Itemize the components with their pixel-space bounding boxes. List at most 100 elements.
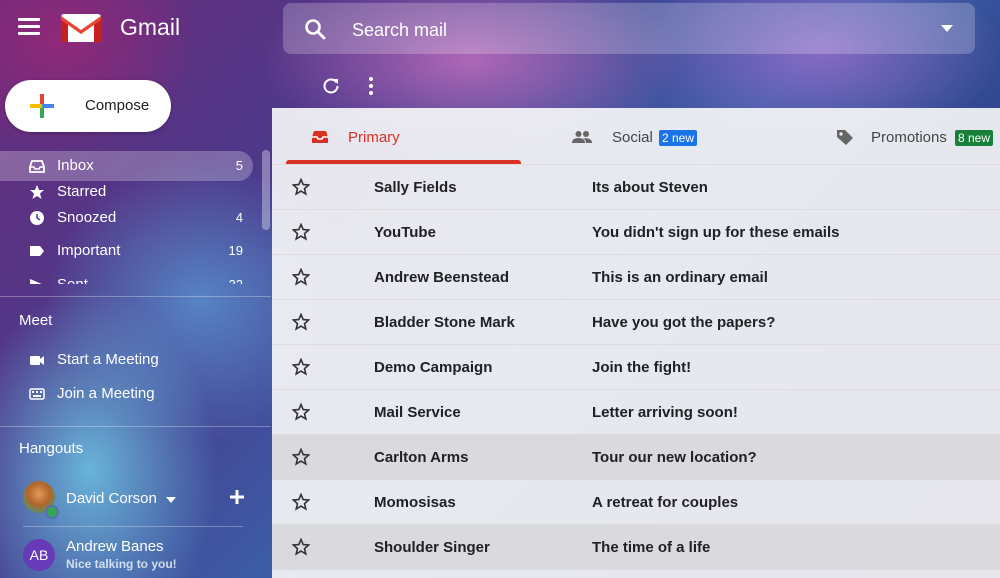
email-row[interactable]: Andrew Beenstead This is an ordinary ema… [272,255,1000,300]
email-row[interactable]: Sally Fields Its about Steven [272,165,1000,210]
tab-promotions[interactable]: Promotions 8 new [827,108,1000,164]
star-toggle-icon[interactable] [292,358,310,376]
email-row[interactable]: Carlton Arms Tour our new location? [272,435,1000,480]
email-list: Sally Fields Its about Steven YouTube Yo… [272,165,1000,570]
snoozed-count: 4 [235,210,243,225]
hangouts-user[interactable]: David Corson [23,481,253,519]
email-subject: Letter arriving soon! [592,404,738,421]
email-subject: A retreat for couples [592,494,739,511]
more-options-icon[interactable] [368,77,374,95]
email-sender: Carlton Arms [374,449,469,466]
contact-avatar: AB [23,539,55,571]
new-count-badge: 2 new [659,130,698,146]
contact-name: Andrew Banes [66,538,164,555]
start-meeting-label: Start a Meeting [57,351,159,368]
tab-label: Promotions [871,129,947,146]
email-subject: This is an ordinary email [592,269,768,286]
category-tabs: Primary Social 2 new Promotions 8 new [272,108,1000,165]
email-sender: Momosisas [374,494,456,511]
meet-section-title: Meet [19,312,53,329]
compose-label: Compose [85,97,150,114]
star-icon [30,185,44,199]
star-toggle-icon[interactable] [292,268,310,286]
sidebar-item-label: Snoozed [57,209,117,226]
sidebar-item-snoozed[interactable]: Snoozed 4 [0,203,253,233]
new-count-badge: 8 new [955,130,994,146]
status-dropdown-icon[interactable] [166,497,176,503]
divider [0,296,271,297]
sidebar-item-label: Starred [57,183,107,200]
email-sender: Bladder Stone Mark [374,314,515,331]
star-toggle-icon[interactable] [292,493,310,511]
tab-label: Primary [348,129,400,146]
star-toggle-icon[interactable] [292,538,310,556]
star-toggle-icon[interactable] [292,313,310,331]
hangouts-user-name: David Corson [66,490,157,507]
gmail-logo-icon [61,14,101,42]
email-row[interactable]: Mail Service Letter arriving soon! [272,390,1000,435]
sidebar-item-sent[interactable]: Sent 22 [0,270,253,284]
email-row[interactable]: Demo Campaign Join the fight! [272,345,1000,390]
app-title: Gmail [120,14,181,40]
email-subject: Its about Steven [592,179,708,196]
join-meeting-label: Join a Meeting [57,385,155,402]
send-icon [30,279,42,284]
add-conversation-icon[interactable] [229,489,245,505]
sent-count: 22 [229,277,243,284]
email-sender: Mail Service [374,404,461,421]
hangouts-contact[interactable]: AB Andrew Banes Nice talking to you! [23,537,253,577]
email-row[interactable]: Momosisas A retreat for couples [272,480,1000,525]
tab-social[interactable]: Social 2 new [562,108,762,164]
inbox-icon [29,160,45,173]
email-sender: Demo Campaign [374,359,493,376]
email-sender: YouTube [374,224,436,241]
email-row[interactable]: Shoulder Singer The time of a life [272,525,1000,570]
email-subject: The time of a life [592,539,711,556]
hangouts-section-title: Hangouts [19,440,84,457]
gmail-app: Gmail Compose Inbox 5 [0,0,1000,578]
email-sender: Andrew Beenstead [374,269,510,286]
people-icon [572,131,592,143]
inbox-tray-icon [312,131,328,143]
sidebar-scrollbar[interactable] [262,150,270,230]
sidebar-item-label: Sent [57,276,88,284]
unread-count: 5 [235,158,243,173]
search-bar[interactable] [283,3,975,54]
search-icon[interactable] [303,17,327,41]
sidebar-item-label: Inbox [57,157,94,174]
online-status-icon [45,505,59,519]
main-menu-button[interactable] [18,18,40,38]
tag-icon [837,130,853,145]
divider [23,526,243,527]
compose-button[interactable]: Compose [5,80,171,132]
star-toggle-icon[interactable] [292,178,310,196]
sidebar-item-important[interactable]: Important 19 [0,236,253,266]
email-sender: Sally Fields [374,179,457,196]
active-tab-indicator [286,160,521,164]
email-sender: Shoulder Singer [374,539,490,556]
join-meeting-button[interactable]: Join a Meeting [0,379,253,409]
star-toggle-icon[interactable] [292,403,310,421]
tab-primary[interactable]: Primary [272,108,532,164]
email-subject: Tour our new location? [592,449,757,466]
mail-list-panel: Primary Social 2 new Promotions 8 new Sa… [272,108,1000,578]
label-important-icon [30,246,44,256]
search-input[interactable] [350,15,914,45]
tab-label: Social [612,129,653,146]
email-row[interactable]: YouTube You didn't sign up for these ema… [272,210,1000,255]
video-camera-icon [30,356,44,365]
search-options-caret-icon[interactable] [941,25,953,32]
compose-plus-icon [30,94,54,118]
email-row[interactable]: Bladder Stone Mark Have you got the pape… [272,300,1000,345]
star-toggle-icon[interactable] [292,448,310,466]
refresh-icon[interactable] [322,77,340,95]
start-meeting-button[interactable]: Start a Meeting [0,345,253,375]
clock-icon [30,211,44,225]
star-toggle-icon[interactable] [292,223,310,241]
email-subject: You didn't sign up for these emails [592,224,840,241]
email-subject: Join the fight! [592,359,692,376]
email-subject: Have you got the papers? [592,314,776,331]
keyboard-icon [29,388,45,400]
contact-last-message: Nice talking to you! [66,557,177,571]
divider [0,426,271,427]
